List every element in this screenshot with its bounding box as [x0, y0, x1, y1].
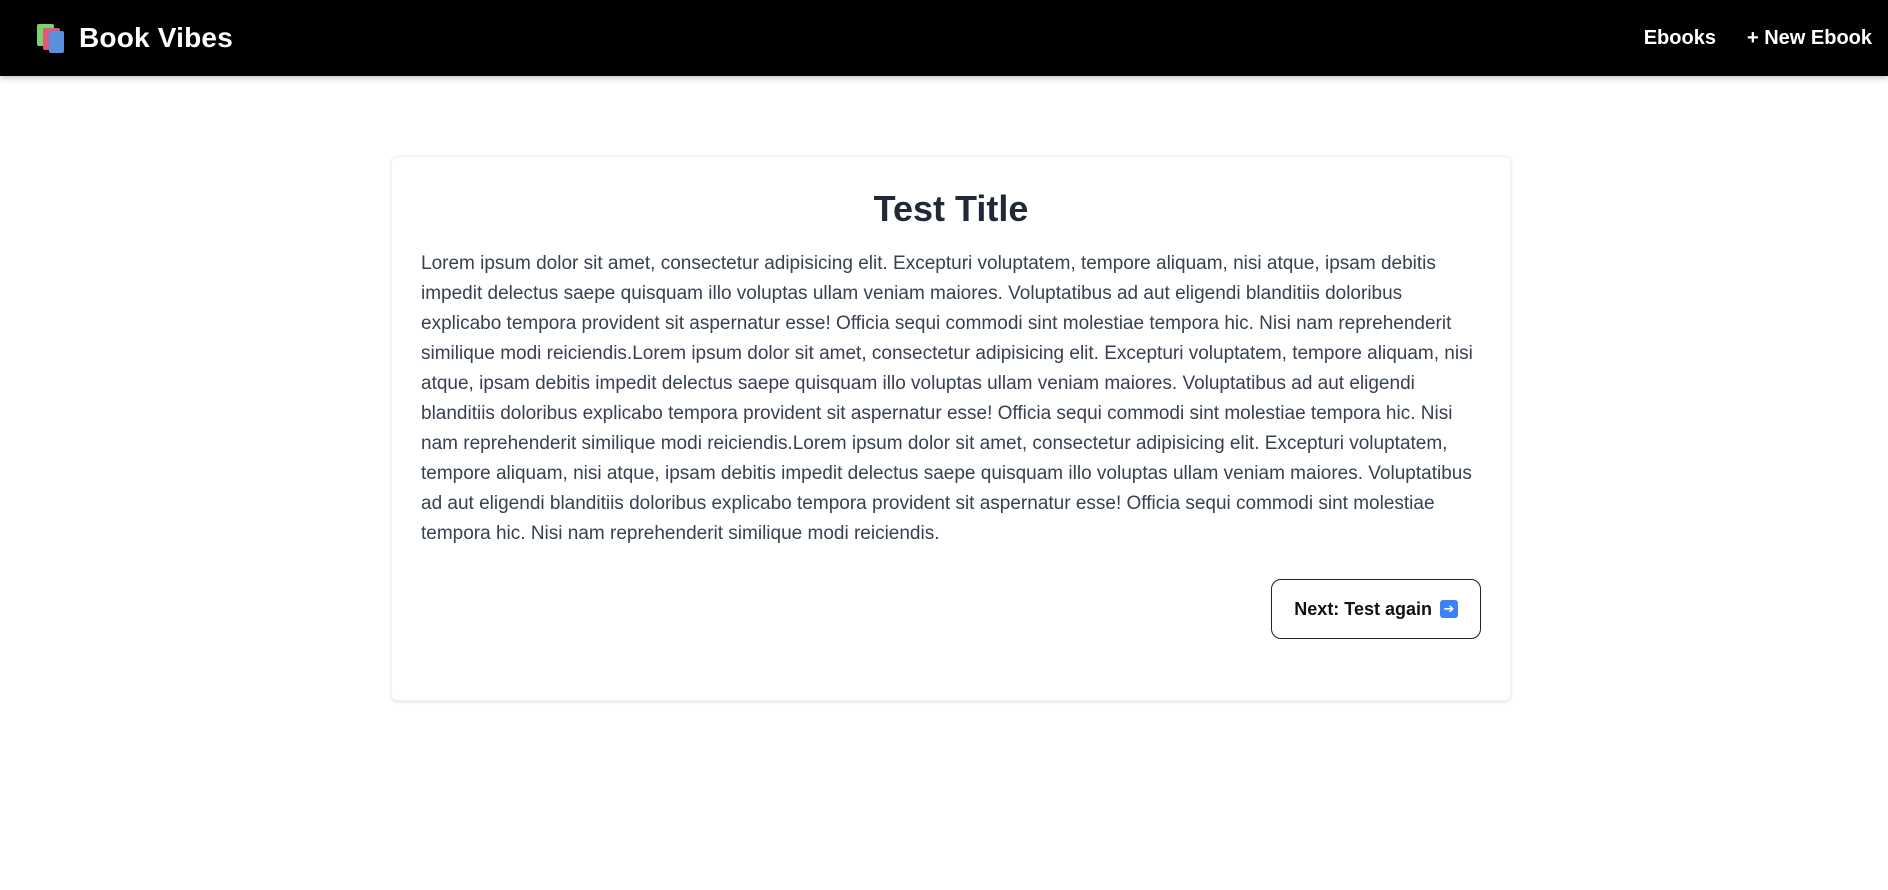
brand-link[interactable]: Book Vibes	[35, 22, 233, 54]
next-button-label: Next: Test again	[1294, 598, 1432, 619]
brand-title: Book Vibes	[79, 22, 233, 53]
top-navbar: Book Vibes Ebooks + New Ebook	[0, 0, 1888, 76]
ebook-title: Test Title	[873, 188, 1029, 229]
nav-link-new-ebook[interactable]: + New Ebook	[1747, 27, 1872, 50]
next-ebook-button[interactable]: Next: Test again ➔	[1271, 579, 1481, 639]
main-nav: Ebooks + New Ebook	[1613, 27, 1872, 50]
nav-link-ebooks[interactable]: Ebooks	[1644, 27, 1716, 50]
right-arrow-icon: ➔	[1440, 600, 1458, 618]
books-icon	[35, 22, 67, 54]
card-actions: Next: Test again ➔	[421, 579, 1481, 639]
ebook-body-text: Lorem ipsum dolor sit amet, consectetur …	[421, 253, 1473, 544]
ebook-card: Test Title Lorem ipsum dolor sit amet, c…	[391, 156, 1511, 701]
